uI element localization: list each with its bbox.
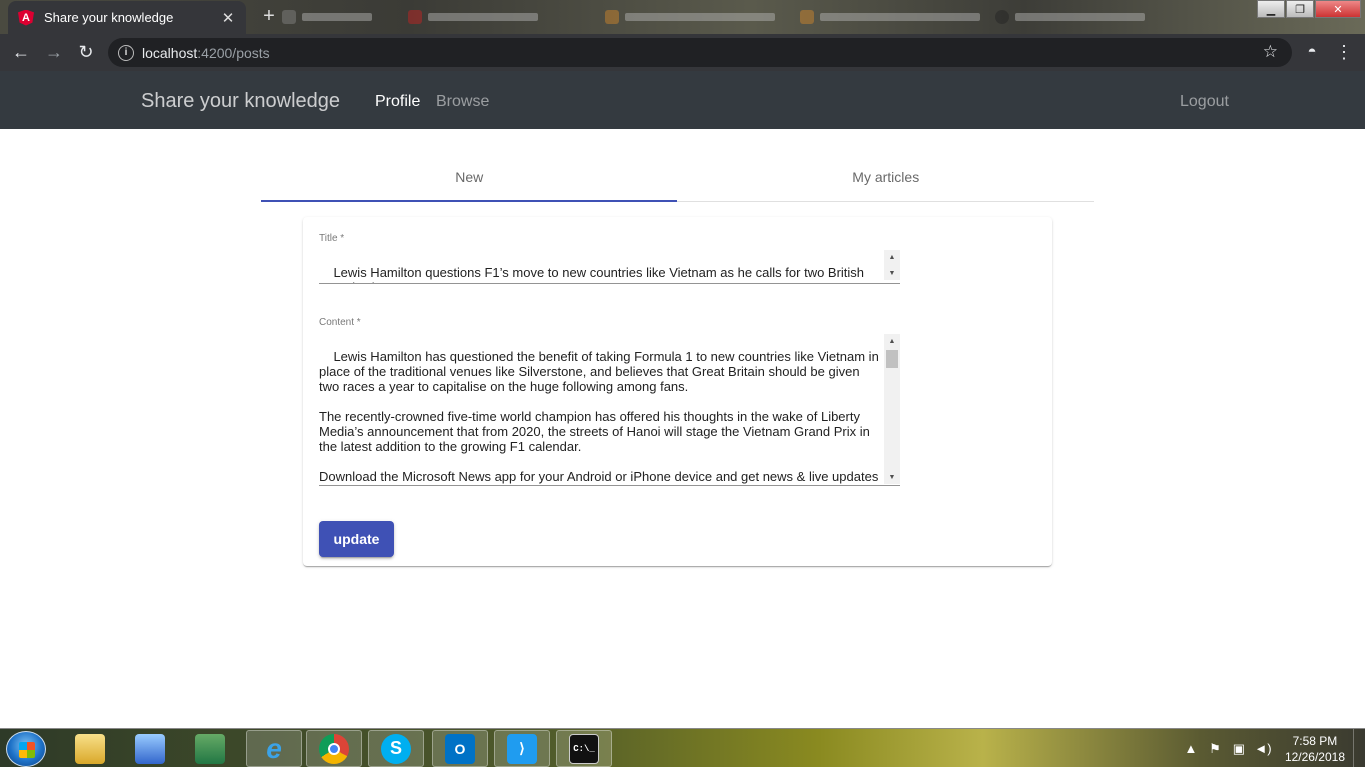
- stackoverflow-favicon-icon: [605, 10, 619, 24]
- background-tab[interactable]: [282, 8, 372, 26]
- reload-icon[interactable]: ↻: [75, 41, 97, 63]
- title-label: Title *: [319, 233, 345, 244]
- taskbar-skype[interactable]: S: [368, 730, 424, 767]
- app-navbar: Share your knowledge Profile Browse Logo…: [0, 71, 1365, 129]
- tray-expand-icon[interactable]: ▲: [1181, 741, 1201, 756]
- background-tab[interactable]: [995, 8, 1145, 26]
- forward-arrow-icon[interactable]: →: [43, 41, 65, 63]
- window-controls: ▁ ❐ ✕: [1256, 0, 1361, 18]
- clock[interactable]: 7:58 PM 12/26/2018: [1285, 733, 1345, 765]
- info-icon[interactable]: i: [118, 44, 134, 61]
- scroll-down-icon[interactable]: ▼: [884, 470, 900, 484]
- title-scrollbar[interactable]: ▲ ▼: [884, 250, 900, 280]
- content-value: Lewis Hamilton has questioned the benefi…: [319, 349, 879, 485]
- skype-icon: S: [381, 733, 411, 764]
- minimize-icon[interactable]: ▁: [1257, 0, 1285, 18]
- angular-favicon-icon: A: [18, 9, 34, 26]
- folder-icon: [75, 733, 105, 764]
- back-arrow-icon[interactable]: ←: [10, 41, 32, 63]
- logout-link[interactable]: Logout: [1180, 93, 1229, 111]
- windows-taskbar: e S O ⟩ C:\_ ▲ ⚑ ▣ ◄) 7:58 PM 12/26/2018: [0, 728, 1365, 768]
- scroll-up-icon[interactable]: ▲: [884, 250, 900, 264]
- system-tray: ▲ ⚑ ▣ ◄) 7:58 PM 12/26/2018: [1177, 729, 1365, 768]
- start-button[interactable]: [6, 731, 46, 767]
- browser-tab-active[interactable]: A Share your knowledge ✕: [8, 1, 246, 34]
- github-favicon-icon: [995, 10, 1009, 24]
- bookmark-star-icon[interactable]: ☆: [1263, 42, 1278, 62]
- taskbar-explorer[interactable]: [62, 730, 118, 767]
- nav-link-profile[interactable]: Profile: [375, 93, 420, 111]
- clock-date: 12/26/2018: [1284, 749, 1345, 764]
- post-tabs: New My articles: [261, 153, 1094, 202]
- maximize-icon[interactable]: ❐: [1286, 0, 1314, 18]
- taskbar-vscode[interactable]: ⟩: [494, 730, 550, 767]
- incognito-icon[interactable]: ◓: [1301, 41, 1323, 63]
- navbar-brand[interactable]: Share your knowledge: [141, 90, 340, 113]
- title-textarea[interactable]: Lewis Hamilton questions F1’s move to ne…: [319, 250, 900, 284]
- url-host: localhost: [142, 44, 198, 61]
- content-scrollbar[interactable]: ▲ ▼: [884, 334, 900, 484]
- show-desktop-button[interactable]: [1353, 729, 1365, 768]
- internet-explorer-icon: e: [266, 732, 282, 764]
- tab-favicon-icon: [282, 10, 296, 24]
- nav-link-browse[interactable]: Browse: [436, 93, 489, 111]
- background-tab[interactable]: [800, 8, 980, 26]
- post-form-card: Title * Lewis Hamilton questions F1’s mo…: [303, 217, 1052, 566]
- clock-time: 7:58 PM: [1292, 733, 1338, 748]
- scroll-up-icon[interactable]: ▲: [884, 334, 900, 348]
- network-icon[interactable]: ▣: [1229, 741, 1249, 757]
- tab-new[interactable]: New: [261, 153, 678, 201]
- scroll-down-icon[interactable]: ▼: [884, 266, 900, 280]
- taskbar-cmd[interactable]: C:\_: [556, 730, 612, 767]
- volume-icon[interactable]: ◄): [1253, 741, 1273, 756]
- tab-my-articles[interactable]: My articles: [678, 153, 1095, 201]
- youtube-favicon-icon: [408, 10, 422, 24]
- action-center-flag-icon[interactable]: ⚑: [1205, 741, 1225, 757]
- network-computer-icon: [135, 733, 165, 764]
- window-close-icon[interactable]: ✕: [1315, 0, 1361, 18]
- vscode-icon: ⟩: [507, 733, 537, 764]
- browser-toolbar: ← → ↻ i localhost:4200/posts ☆ ◓ ⋮: [0, 34, 1365, 71]
- outlook-icon: O: [445, 733, 475, 764]
- content-label: Content *: [319, 317, 361, 328]
- stackoverflow-favicon-icon: [800, 10, 814, 24]
- menu-kebab-icon[interactable]: ⋮: [1333, 41, 1355, 63]
- update-button[interactable]: update: [319, 521, 394, 557]
- command-prompt-icon: C:\_: [569, 733, 599, 764]
- taskbar-outlook[interactable]: O: [432, 730, 488, 767]
- scroll-thumb[interactable]: [886, 350, 898, 368]
- title-value: Lewis Hamilton questions F1’s move to ne…: [319, 265, 865, 283]
- tab-ink-bar: [261, 200, 677, 202]
- tab-close-icon[interactable]: ✕: [220, 9, 236, 27]
- virtualization-icon: [195, 733, 225, 764]
- url-path: :4200/posts: [197, 44, 270, 61]
- browser-tab-strip: A Share your knowledge ✕ + ▁ ❐ ✕: [0, 0, 1365, 34]
- taskbar-remote[interactable]: [122, 730, 178, 767]
- background-tab[interactable]: [408, 8, 538, 26]
- windows-logo-icon: [19, 742, 35, 758]
- taskbar-chrome[interactable]: [306, 730, 362, 767]
- taskbar-vm[interactable]: [182, 730, 238, 767]
- content-textarea[interactable]: Lewis Hamilton has questioned the benefi…: [319, 334, 900, 486]
- taskbar-ie[interactable]: e: [246, 730, 302, 767]
- new-tab-icon[interactable]: +: [258, 5, 280, 28]
- address-bar[interactable]: i localhost:4200/posts ☆: [108, 38, 1292, 67]
- background-tab[interactable]: [605, 8, 775, 26]
- chrome-icon: [319, 733, 349, 764]
- browser-tab-title: Share your knowledge: [44, 10, 174, 25]
